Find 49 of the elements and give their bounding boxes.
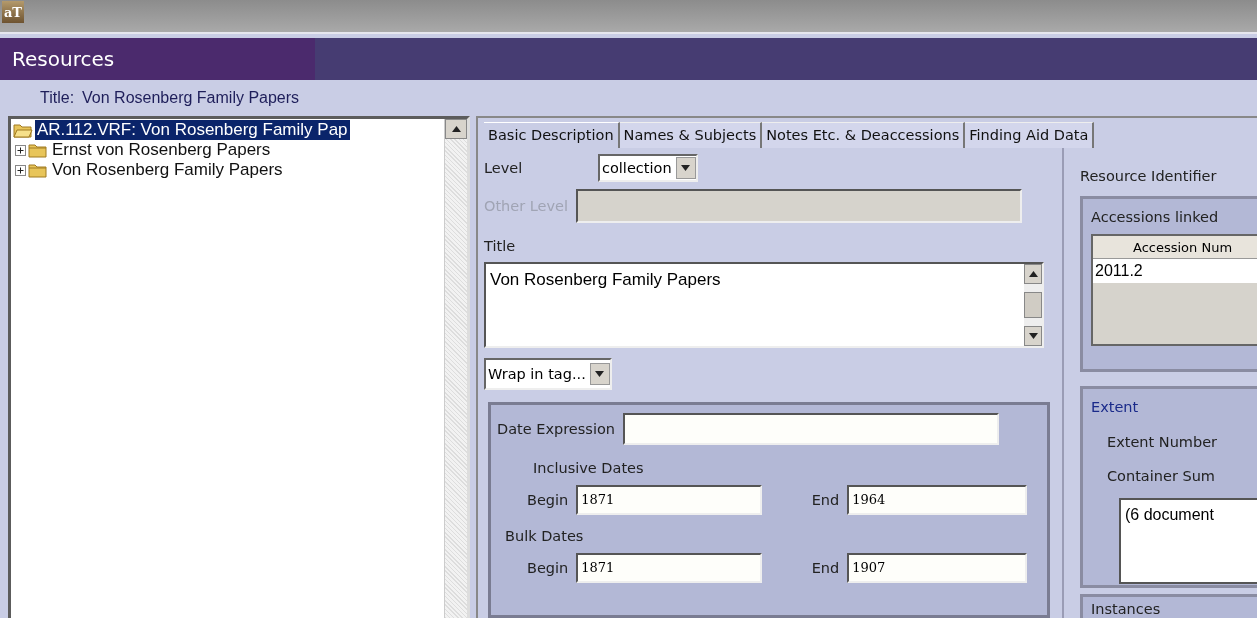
scroll-down-icon [1028,333,1038,339]
scrollbar[interactable] [444,119,467,618]
tab[interactable]: Names & Subjects [619,122,763,148]
expand-icon[interactable] [15,144,26,156]
app-logo: aT [2,1,24,23]
scroll-up-icon [1028,271,1038,277]
folder-icon [28,142,48,158]
page-title: Resources [12,47,115,71]
scroll-up-icon [451,126,461,132]
begin-label: Begin [527,560,569,576]
begin-label: Begin [527,492,569,508]
panel-title: Extent [1091,399,1139,415]
tree-item[interactable]: Von Rosenberg Family Papers [50,160,285,180]
tab[interactable]: Notes Etc. & Deaccessions [762,122,966,148]
title-label: Title [484,238,516,254]
caret-icon [681,165,691,171]
resource-identifier-label: Resource Identifier [1080,168,1218,184]
date-group-label: Bulk Dates [505,528,584,544]
tab[interactable]: Basic Description [484,122,620,148]
scrollbar[interactable] [1024,264,1042,346]
end-label: End [811,560,840,576]
extent-number-label: Extent Number [1107,434,1218,450]
end-date-field[interactable]: 1907 [847,553,1027,583]
wrap-tag-select[interactable]: Wrap in tag... [484,358,612,390]
container-summary-label: Container Sum [1107,468,1215,484]
record-title: Von Rosenberg Family Papers [82,89,300,107]
container-summary-field[interactable]: (6 document [1119,498,1257,584]
end-label: End [811,492,840,508]
level-label: Level [484,160,524,176]
folder-icon [13,122,33,138]
column-header[interactable]: Accession Num [1093,236,1257,259]
tree-item[interactable]: Ernst von Rosenberg Papers [50,140,273,160]
title-label: Title: [40,89,75,107]
date-group-label: Inclusive Dates [533,460,644,476]
caret-icon [595,371,605,377]
panel-title: Accessions linked [1091,209,1219,225]
folder-icon [28,162,48,178]
date-expression-field[interactable] [623,413,999,445]
table-cell[interactable]: 2011.2 [1093,259,1257,283]
begin-date-field[interactable]: 1871 [576,553,762,583]
level-select[interactable]: collection [598,154,698,182]
begin-date-field[interactable]: 1871 [576,485,762,515]
tree-item[interactable]: AR.112.VRF: Von Rosenberg Family Pap [35,120,350,140]
tab[interactable]: Finding Aid Data [965,122,1095,148]
title-field[interactable]: Von Rosenberg Family Papers [484,262,1044,348]
panel-title: Instances [1091,601,1161,617]
end-date-field[interactable]: 1964 [847,485,1027,515]
date-expression-label: Date Expression [497,421,615,437]
expand-icon[interactable] [15,164,26,176]
